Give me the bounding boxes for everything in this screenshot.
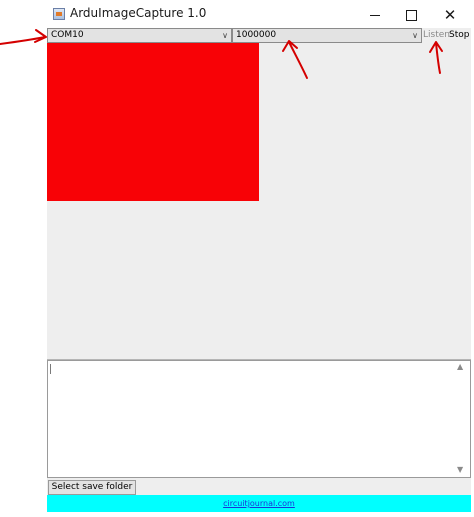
annotation-arrows	[0, 29, 443, 79]
arrow-to-listen-button	[429, 41, 443, 74]
arrow-to-baud-select	[282, 40, 308, 79]
arrow-to-port-select	[0, 29, 47, 45]
